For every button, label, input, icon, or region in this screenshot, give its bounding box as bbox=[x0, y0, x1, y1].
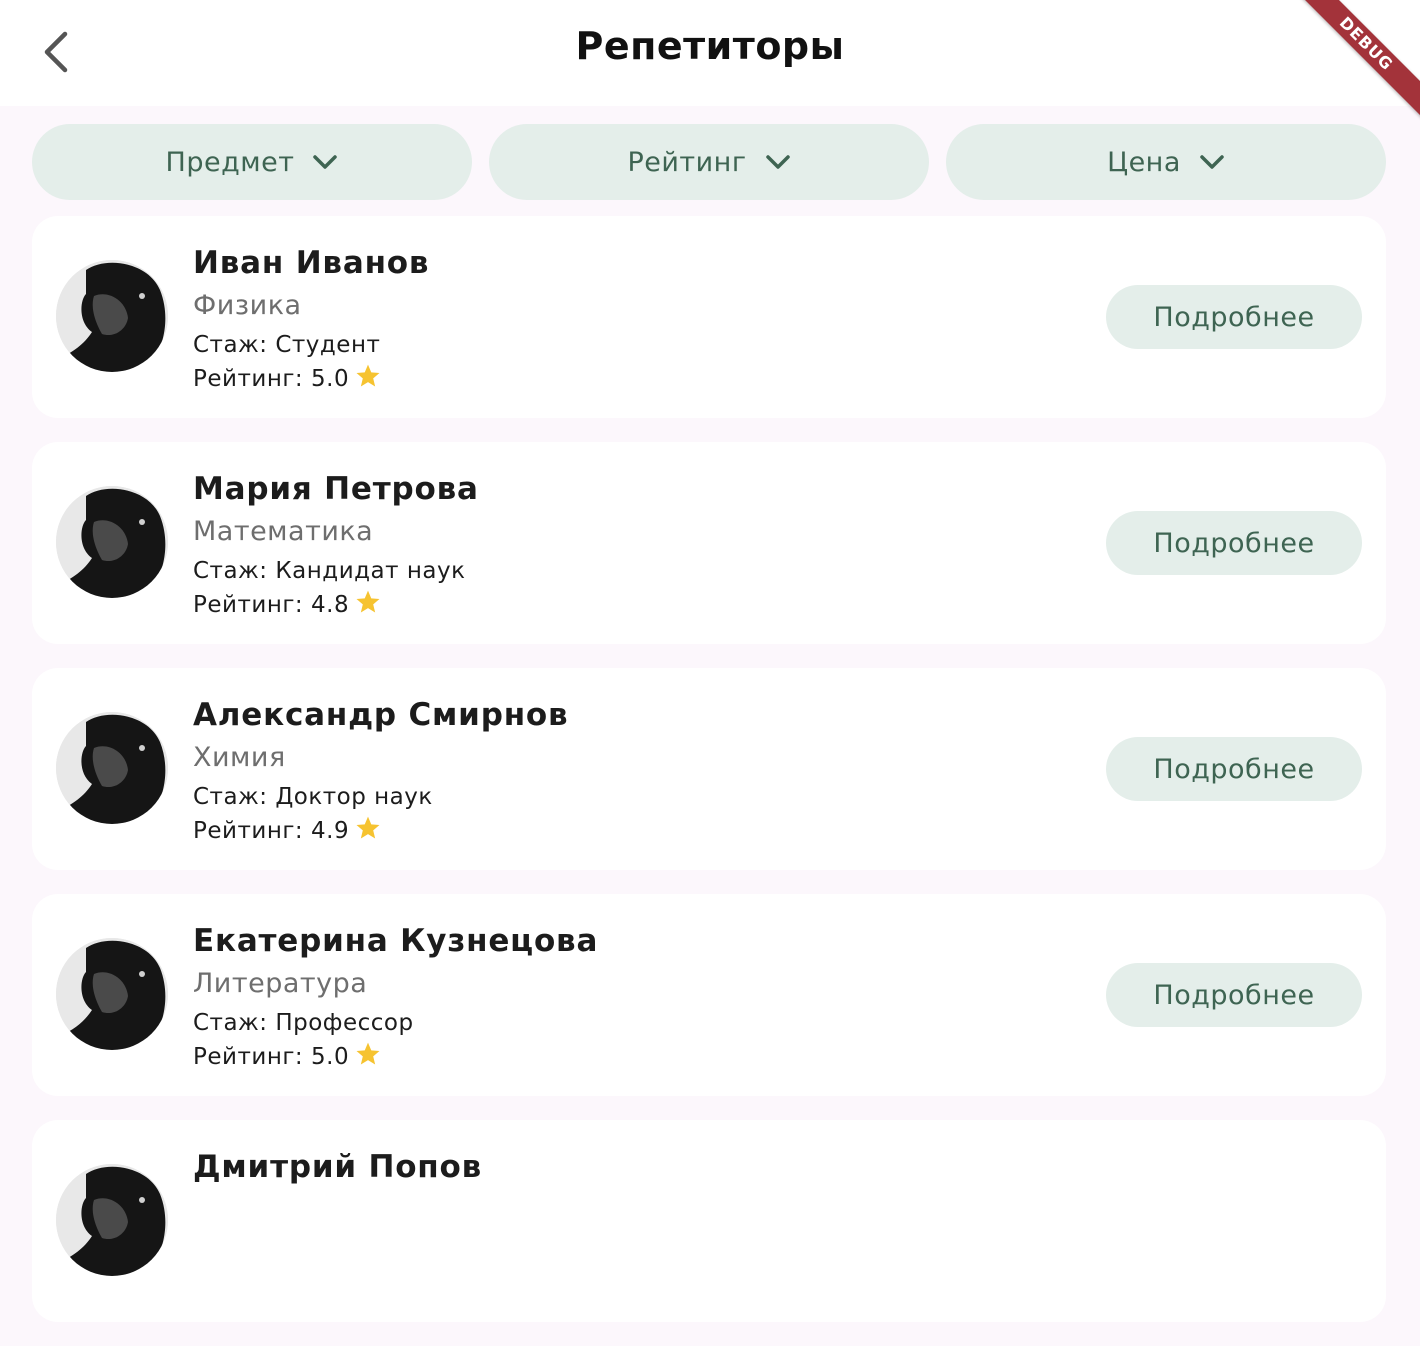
page-title: Репетиторы bbox=[575, 24, 845, 68]
tutor-subject: Математика bbox=[193, 516, 374, 547]
avatar bbox=[56, 1164, 168, 1276]
tutor-rating: Рейтинг: 4.8 bbox=[193, 592, 350, 618]
avatar-photo bbox=[56, 260, 168, 372]
star-icon bbox=[356, 816, 380, 839]
tutor-card[interactable]: Мария Петрова Математика Стаж: Кандидат … bbox=[32, 442, 1386, 644]
chevron-down-icon bbox=[313, 155, 338, 169]
filter-subject-dropdown[interactable]: Предмет bbox=[32, 124, 472, 200]
filter-label: Цена bbox=[1107, 146, 1181, 178]
app-bar: Репетиторы DEBUG bbox=[0, 0, 1420, 124]
tutor-name: Александр Смирнов bbox=[193, 697, 569, 733]
tutor-rating-row: Рейтинг: 5.0 bbox=[193, 362, 429, 396]
details-button[interactable]: Подробнее bbox=[1106, 285, 1362, 349]
star-icon bbox=[356, 364, 380, 387]
tutor-subject: Физика bbox=[193, 290, 302, 321]
tutor-name: Екатерина Кузнецова bbox=[193, 923, 599, 959]
tutor-name: Мария Петрова bbox=[193, 471, 479, 507]
tutor-experience: Стаж: Профессор bbox=[193, 1010, 414, 1036]
tutor-experience: Стаж: Кандидат наук bbox=[193, 558, 466, 584]
avatar bbox=[56, 938, 168, 1050]
tutor-card[interactable]: Иван Иванов Физика Стаж: Студент Рейтинг… bbox=[32, 216, 1386, 418]
star-icon bbox=[356, 590, 380, 613]
tutor-rating: Рейтинг: 5.0 bbox=[193, 366, 350, 392]
avatar-photo bbox=[56, 712, 168, 824]
filter-bar: Предмет Рейтинг Цена bbox=[32, 124, 1386, 200]
avatar-photo bbox=[56, 938, 168, 1050]
filter-rating-dropdown[interactable]: Рейтинг bbox=[489, 124, 929, 200]
tutor-rating-row: Рейтинг: 4.8 bbox=[193, 588, 479, 622]
tutor-card[interactable]: Екатерина Кузнецова Литература Стаж: Про… bbox=[32, 894, 1386, 1096]
details-button[interactable]: Подробнее bbox=[1106, 511, 1362, 575]
avatar bbox=[56, 260, 168, 372]
chevron-down-icon bbox=[765, 155, 790, 169]
tutor-experience: Стаж: Доктор наук bbox=[193, 784, 433, 810]
filter-label: Предмет bbox=[165, 146, 295, 178]
details-button[interactable]: Подробнее bbox=[1106, 737, 1362, 801]
tutor-rating-row: Рейтинг: 4.9 bbox=[193, 814, 568, 848]
tutor-name: Дмитрий Попов bbox=[193, 1149, 483, 1185]
tutor-subject: Химия bbox=[193, 742, 286, 773]
tutor-rating: Рейтинг: 4.9 bbox=[193, 818, 350, 844]
filter-label: Рейтинг bbox=[627, 146, 747, 178]
tutor-card[interactable]: Александр Смирнов Химия Стаж: Доктор нау… bbox=[32, 668, 1386, 870]
tutor-card[interactable]: Дмитрий Попов bbox=[32, 1120, 1386, 1322]
tutor-experience: Стаж: Студент bbox=[193, 332, 381, 358]
tutor-subject: Литература bbox=[193, 968, 368, 999]
star-icon bbox=[356, 1042, 380, 1065]
filter-price-dropdown[interactable]: Цена bbox=[946, 124, 1386, 200]
tutor-list[interactable]: Иван Иванов Физика Стаж: Студент Рейтинг… bbox=[32, 216, 1386, 1346]
tutor-rating-row: Рейтинг: 5.0 bbox=[193, 1040, 598, 1074]
avatar-photo bbox=[56, 486, 168, 598]
avatar-photo bbox=[56, 1164, 168, 1276]
tutor-rating: Рейтинг: 5.0 bbox=[193, 1044, 350, 1070]
avatar bbox=[56, 486, 168, 598]
details-button[interactable]: Подробнее bbox=[1106, 963, 1362, 1027]
chevron-down-icon bbox=[1200, 155, 1224, 169]
avatar bbox=[56, 712, 168, 824]
tutor-name: Иван Иванов bbox=[193, 245, 430, 281]
